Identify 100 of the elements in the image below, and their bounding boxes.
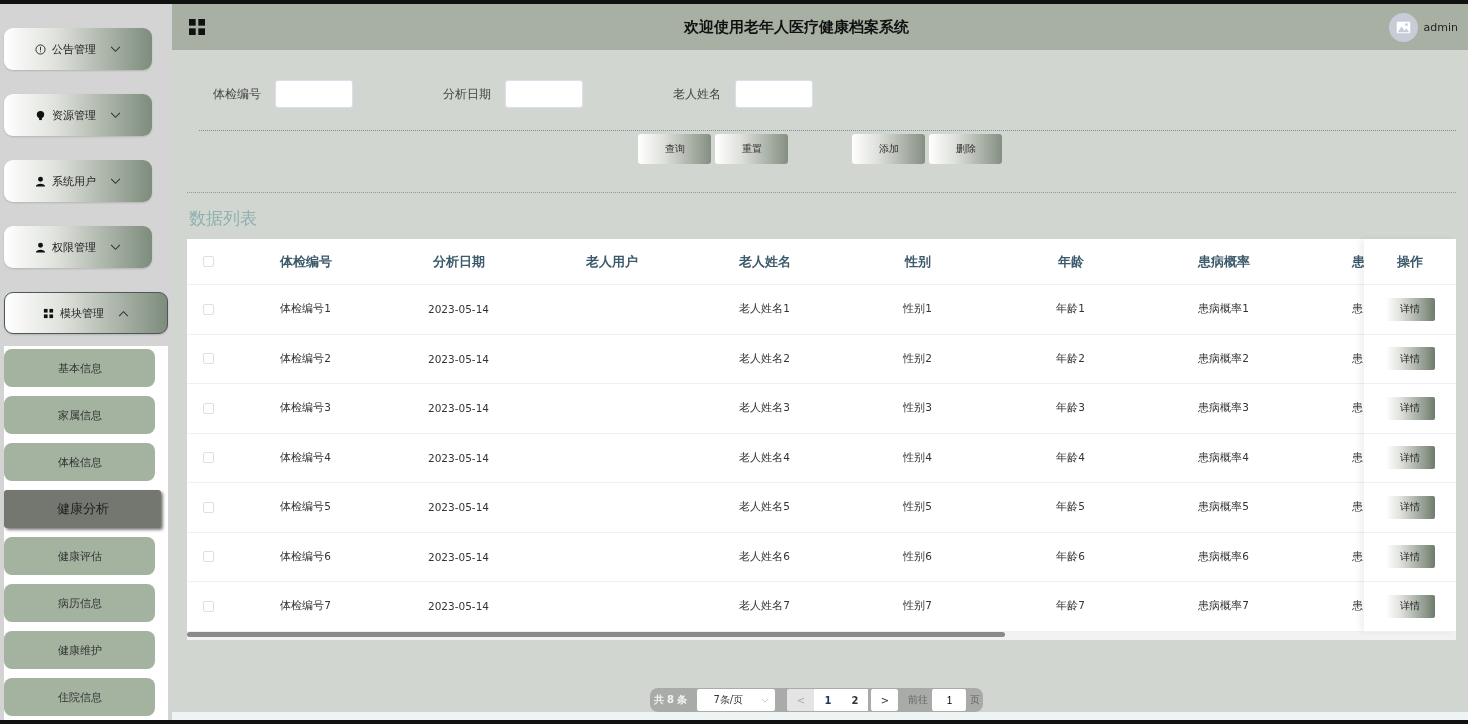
- page-button[interactable]: 1: [814, 689, 842, 711]
- table-cell: 2023-05-14: [428, 451, 489, 464]
- table-cell: 年龄5: [1056, 500, 1085, 515]
- checkbox[interactable]: [202, 353, 214, 365]
- caret-down-icon: [110, 111, 121, 119]
- caret-down-icon: [761, 697, 770, 703]
- table-cell: 年龄1: [1056, 302, 1085, 317]
- details-button[interactable]: 详情: [1385, 495, 1435, 519]
- checkbox[interactable]: [202, 600, 214, 612]
- nav-menu-item[interactable]: 权限管理: [4, 226, 152, 268]
- action-button[interactable]: 添加: [852, 134, 925, 164]
- details-button[interactable]: 详情: [1385, 297, 1435, 321]
- caret-down-icon: [110, 45, 121, 53]
- action-button[interactable]: 重置: [715, 134, 788, 164]
- checkbox[interactable]: [202, 256, 214, 267]
- checkbox[interactable]: [202, 452, 214, 464]
- table-cell: 患病概率5: [1198, 500, 1249, 515]
- table-cell: 2023-05-14: [428, 501, 489, 514]
- submenu-item[interactable]: 家属信息: [4, 396, 155, 434]
- action-button[interactable]: 删除: [929, 134, 1002, 164]
- column-header: 操作: [1397, 252, 1423, 271]
- table-cell: 老人姓名6: [739, 549, 790, 564]
- column-header[interactable]: 分析日期: [432, 252, 485, 271]
- username: admin: [1423, 20, 1458, 34]
- total-count: 共 8 条: [653, 693, 688, 707]
- table-cell: 体检编号1: [280, 302, 331, 317]
- table-cell: 体检编号3: [280, 401, 331, 416]
- caret-down-icon: [110, 243, 121, 251]
- table-cell: 患: [1352, 302, 1363, 317]
- page-suffix: 页: [970, 693, 981, 707]
- action-button[interactable]: 查询: [638, 134, 711, 164]
- submenu-item[interactable]: 基本信息: [4, 349, 155, 387]
- page-input[interactable]: 1: [932, 689, 967, 711]
- column-header[interactable]: 患病概率: [1197, 252, 1250, 271]
- checkbox[interactable]: [202, 303, 214, 315]
- table-cell: 患: [1352, 351, 1363, 366]
- table-cell: 年龄3: [1056, 401, 1085, 416]
- submenu-item[interactable]: 健康评估: [4, 537, 155, 575]
- table-cell: 患病概率6: [1198, 549, 1249, 564]
- table-cell: 2023-05-14: [428, 402, 489, 415]
- bulb-icon: [35, 109, 46, 121]
- table-cell: 年龄6: [1056, 549, 1085, 564]
- input-field[interactable]: [735, 80, 813, 108]
- submenu-item[interactable]: 体检信息: [4, 443, 155, 481]
- submenu-item[interactable]: 健康分析: [4, 490, 161, 528]
- table-cell: 患病概率7: [1198, 599, 1249, 614]
- table-cell: 体检编号7: [280, 599, 331, 614]
- user-icon: [35, 241, 46, 253]
- nav-menu-item[interactable]: 模块管理: [4, 292, 168, 334]
- next-page-button[interactable]: >: [871, 689, 899, 711]
- table-cell: 性别4: [903, 450, 932, 465]
- table-cell: 性别5: [903, 500, 932, 515]
- column-header[interactable]: 老人用户: [585, 252, 638, 271]
- column-header[interactable]: 体检编号: [279, 252, 332, 271]
- page-button[interactable]: 2: [841, 689, 869, 711]
- page-size-select[interactable]: 7条/页: [697, 689, 776, 711]
- section-title: 数据列表: [189, 207, 258, 230]
- column-header[interactable]: 老人姓名: [738, 252, 791, 271]
- table-cell: 性别6: [903, 549, 932, 564]
- table-cell: 老人姓名5: [739, 500, 790, 515]
- table-cell: 2023-05-14: [428, 550, 489, 563]
- submenu-item[interactable]: 病历信息: [4, 584, 155, 622]
- checkbox[interactable]: [202, 501, 214, 513]
- submenu-item[interactable]: 健康维护: [4, 631, 155, 669]
- table-cell: 性别3: [903, 401, 932, 416]
- table-cell: 患病概率1: [1198, 302, 1249, 317]
- checkbox[interactable]: [202, 402, 214, 414]
- table-cell: 体检编号6: [280, 549, 331, 564]
- table-cell: 患: [1352, 500, 1363, 515]
- avatar-icon[interactable]: [1388, 12, 1418, 42]
- table-cell: 性别7: [903, 599, 932, 614]
- input-field[interactable]: [505, 80, 583, 108]
- table-cell: 体检编号5: [280, 500, 331, 515]
- details-button[interactable]: 详情: [1385, 594, 1435, 618]
- column-header[interactable]: 性别: [904, 252, 931, 271]
- table-cell: 2023-05-14: [428, 352, 489, 365]
- info-icon: [35, 43, 46, 55]
- nav-menu-item[interactable]: 系统用户: [4, 160, 152, 202]
- user-icon: [35, 175, 46, 187]
- table-cell: 2023-05-14: [428, 303, 489, 316]
- nav-menu-item[interactable]: 公告管理: [4, 28, 152, 70]
- input-field[interactable]: [275, 80, 353, 108]
- details-button[interactable]: 详情: [1385, 446, 1435, 470]
- submenu-item[interactable]: 住院信息: [4, 678, 155, 716]
- column-header[interactable]: 年龄: [1057, 252, 1084, 271]
- column-header[interactable]: 患: [1352, 252, 1365, 271]
- scrollbar-thumb[interactable]: [187, 631, 1005, 637]
- checkbox[interactable]: [202, 551, 214, 563]
- table-cell: 性别1: [903, 302, 932, 317]
- details-button[interactable]: 详情: [1385, 545, 1435, 569]
- menu-icon[interactable]: [189, 19, 205, 35]
- table-cell: 体检编号4: [280, 450, 331, 465]
- goto-label: 前往: [908, 693, 929, 707]
- table-cell: 年龄2: [1056, 351, 1085, 366]
- table-cell: 患: [1352, 599, 1363, 614]
- details-button[interactable]: 详情: [1385, 396, 1435, 420]
- table-cell: 老人姓名1: [739, 302, 790, 317]
- nav-menu-item[interactable]: 资源管理: [4, 94, 152, 136]
- table-cell: 患病概率2: [1198, 351, 1249, 366]
- details-button[interactable]: 详情: [1385, 347, 1435, 371]
